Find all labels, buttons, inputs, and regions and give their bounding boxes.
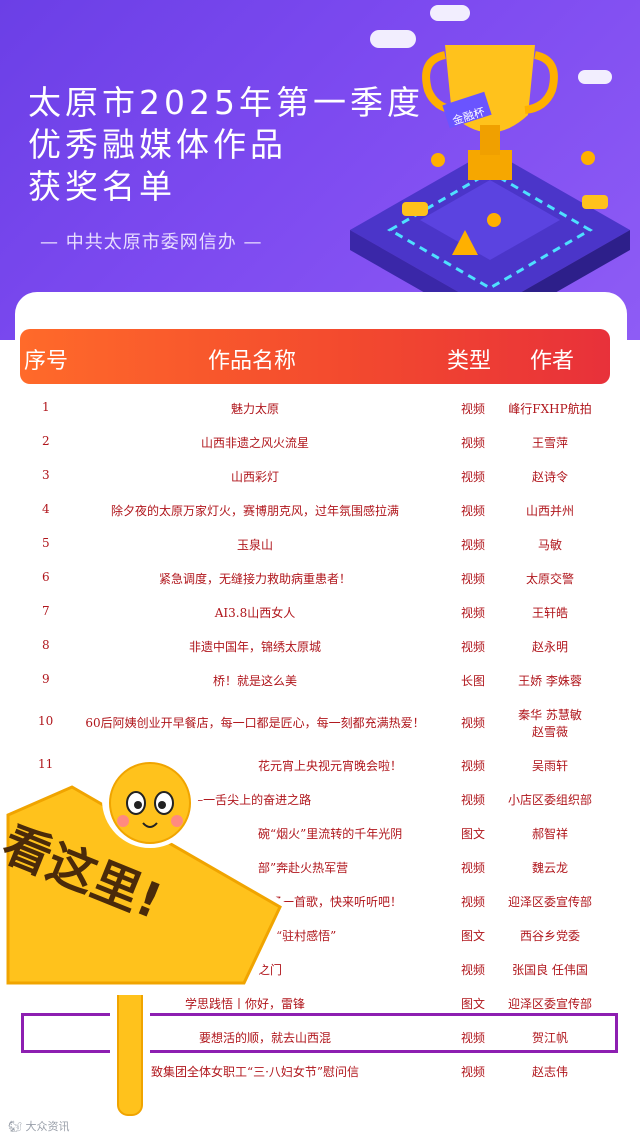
row-author: 峰行FXHP航拍 <box>508 402 592 416</box>
row-num: 5 <box>42 536 50 550</box>
row-type: 视频 <box>460 861 485 875</box>
row-type: 视频 <box>460 759 485 773</box>
row-type: 视频 <box>460 606 485 620</box>
row-type: 图文 <box>460 997 485 1011</box>
row-type: 视频 <box>460 793 485 807</box>
row-type: 长图 <box>460 674 485 688</box>
page-subtitle: — 中共太原市委网信办 — <box>40 232 263 253</box>
row-num: 2 <box>42 434 50 448</box>
row-name: 除夕夜的太原万家灯火，赛博朋克风，过年氛围感拉满 <box>110 504 399 518</box>
row-num: 7 <box>42 604 50 618</box>
row-type: 视频 <box>460 504 485 518</box>
row-type: 视频 <box>460 640 485 654</box>
row-type: 图文 <box>460 929 485 943</box>
row-author: 魏云龙 <box>531 861 568 875</box>
row-type: 图文 <box>460 827 485 841</box>
row-author-line-2: 赵雪薇 <box>531 725 568 739</box>
look-here-sticker <box>0 752 290 1123</box>
row-author: 太原交警 <box>525 572 574 586</box>
row-author: 马敏 <box>537 538 562 552</box>
row-name: 60后阿姨创业开早餐店，每一口都是匠心，每一刻都充满热爱！ <box>85 716 425 730</box>
row-type: 视频 <box>460 1065 485 1079</box>
row-type: 视频 <box>460 538 485 552</box>
row-num: 6 <box>42 570 50 584</box>
row-name: 魅力太原 <box>230 402 279 416</box>
row-author: 山西并州 <box>525 504 574 518</box>
row-num: 10 <box>38 714 54 728</box>
row-type: 视频 <box>460 895 485 909</box>
row-author: 小店区委组织部 <box>507 793 592 807</box>
header-num: 序号 <box>24 349 69 374</box>
row-author: 秦华 苏慧敏 <box>518 708 582 722</box>
row-type: 视频 <box>460 402 485 416</box>
page-title-line-3: 获奖名单 <box>28 167 176 206</box>
cloud-decoration <box>430 5 470 21</box>
row-author: 吴雨轩 <box>531 759 568 773</box>
row-author: 迎泽区委宣传部 <box>507 997 592 1011</box>
header-banner: 金融杯 太原市2025年第一季度 优秀融媒体作品 获奖名单 — 中共太原市委网信… <box>0 0 640 340</box>
header-author: 作者 <box>530 349 575 374</box>
page-title-line-1: 太原市2025年第一季度 <box>28 83 424 122</box>
row-name: 非遗中国年，锦绣太原城 <box>188 640 321 654</box>
row-name: 山西彩灯 <box>230 470 279 484</box>
row-name: 玉泉山 <box>236 538 273 552</box>
row-num: 8 <box>42 638 50 652</box>
row-author: 赵诗令 <box>531 470 568 484</box>
page-title-line-2: 优秀融媒体作品 <box>28 125 287 164</box>
row-num: 4 <box>42 502 50 516</box>
row-author: 王娇 李姝蓉 <box>518 674 582 688</box>
row-author: 赵永明 <box>531 640 568 654</box>
row-author: 郝智祥 <box>531 827 568 841</box>
row-name: 紧急调度，无缝接力救助病重患者！ <box>158 572 351 586</box>
row-name: 山西非遗之风火流星 <box>200 436 309 450</box>
table-header <box>20 329 610 384</box>
row-author: 赵志伟 <box>531 1065 568 1079</box>
row-name: AI3.8山西女人 <box>214 606 296 620</box>
row-num: 9 <box>42 672 50 686</box>
header-name: 作品名称 <box>208 349 297 374</box>
row-type: 视频 <box>460 470 485 484</box>
row-type: 视频 <box>460 572 485 586</box>
row-num: 3 <box>42 468 50 482</box>
row-type: 视频 <box>460 716 485 730</box>
row-author: 王雪萍 <box>531 436 568 450</box>
row-author: 王轩皓 <box>531 606 568 620</box>
trophy-illustration <box>350 45 630 330</box>
row-num: 1 <box>42 400 50 414</box>
watermark: 🐿 大众资讯 <box>8 1120 70 1133</box>
row-author: 西谷乡党委 <box>519 929 580 943</box>
row-type: 视频 <box>460 963 485 977</box>
row-author: 迎泽区委宣传部 <box>507 895 592 909</box>
row-type: 视频 <box>460 436 485 450</box>
header-type: 类型 <box>447 349 492 374</box>
row-author: 张国良 任伟国 <box>512 963 588 977</box>
row-name: 桥！就是这么美 <box>212 674 297 688</box>
